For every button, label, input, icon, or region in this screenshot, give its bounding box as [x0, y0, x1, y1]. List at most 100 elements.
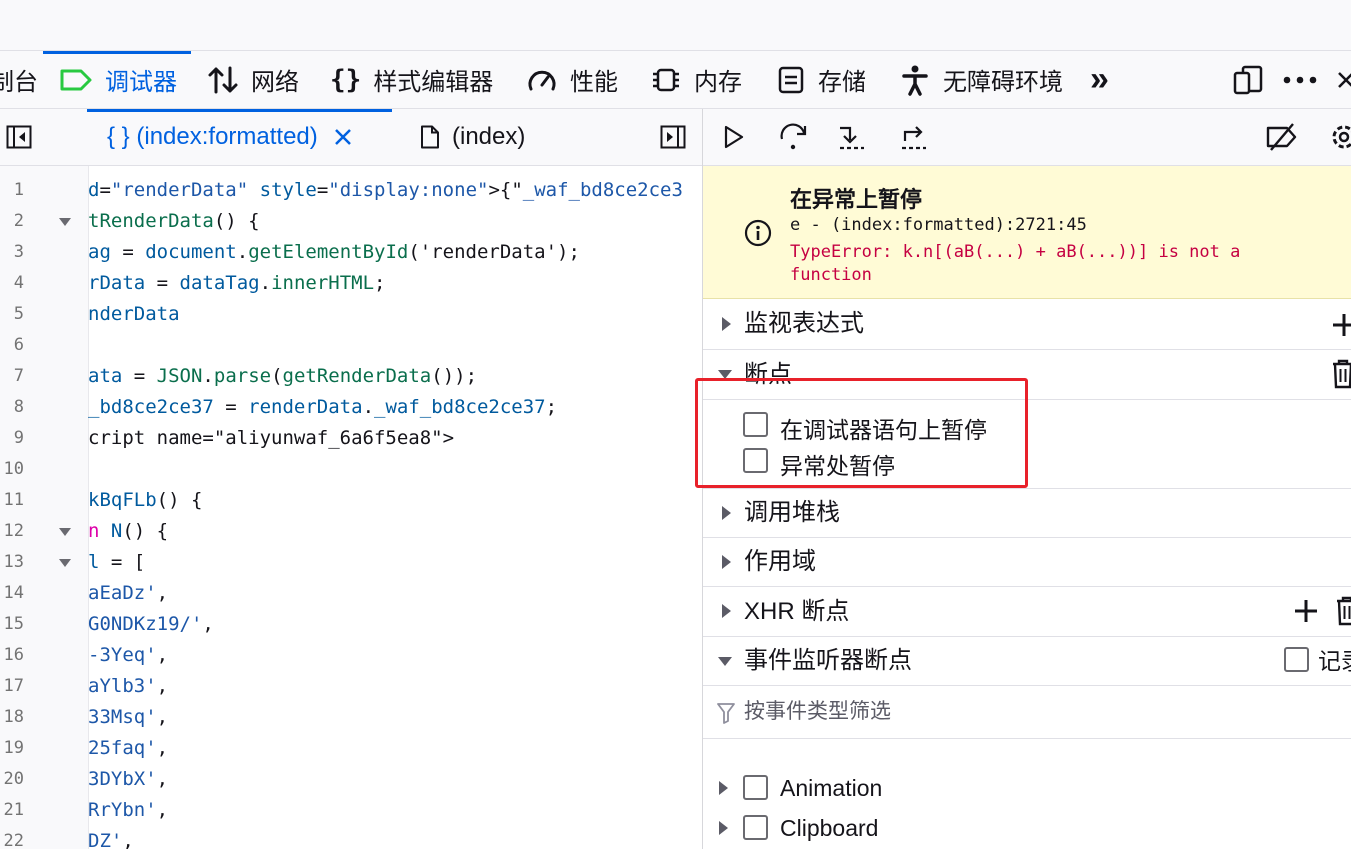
code-token: = [110, 241, 146, 263]
code-line[interactable]: l = [ [88, 547, 702, 578]
options-menu-button[interactable] [1283, 51, 1317, 108]
toggle-debugger-panel-button[interactable] [660, 125, 686, 149]
code-line[interactable]: cript name="aliyunwaf_6a6f5ea8"> [88, 423, 702, 454]
line-number[interactable]: 3 [0, 237, 24, 268]
tab-storage[interactable]: 存储 [776, 51, 866, 108]
code-token: d [88, 179, 100, 201]
line-number[interactable]: 22 [0, 826, 24, 849]
code-line[interactable]: rData = dataTag.innerHTML; [88, 268, 702, 299]
code-token: = [145, 272, 180, 294]
line-number[interactable]: 18 [0, 702, 24, 733]
event-listener-breakpoints-header[interactable]: 事件监听器断点 记录 [703, 637, 1351, 686]
line-number[interactable]: 4 [0, 268, 24, 299]
line-number[interactable]: 17 [0, 671, 24, 702]
step-out-button[interactable] [899, 123, 929, 151]
resume-button[interactable] [723, 125, 745, 149]
event-category-clipboard[interactable]: Clipboard [703, 808, 1351, 848]
toggle-sources-panel-button[interactable] [6, 125, 32, 149]
scopes-header[interactable]: 作用域 [703, 538, 1351, 587]
line-number[interactable]: 15 [0, 609, 24, 640]
tab-network[interactable]: 网络 [207, 51, 299, 108]
code-line[interactable]: ata = JSON.parse(getRenderData()); [88, 361, 702, 392]
more-tools-button[interactable]: » [1090, 51, 1109, 108]
code-token: , [202, 613, 214, 635]
xhr-breakpoints-header[interactable]: XHR 断点 [703, 587, 1351, 637]
fold-arrow-icon[interactable] [59, 559, 71, 567]
line-number[interactable]: 20 [0, 764, 24, 795]
event-category-animation-checkbox[interactable] [743, 775, 768, 800]
tab-performance[interactable]: 性能 [526, 51, 618, 108]
code-line[interactable] [88, 330, 702, 361]
line-number[interactable]: 11 [0, 485, 24, 516]
code-line[interactable]: -3Yeq', [88, 640, 702, 671]
tab-index-formatted[interactable]: { } (index:formatted) [107, 109, 352, 165]
tab-debugger[interactable]: 调试器 [59, 51, 177, 108]
step-over-button[interactable] [779, 123, 809, 151]
code-line[interactable]: kBqFLb() { [88, 485, 702, 516]
code-line[interactable]: DZ', [88, 826, 702, 849]
close-tab-icon[interactable] [334, 128, 352, 146]
line-number[interactable]: 7 [0, 361, 24, 392]
log-events-checkbox[interactable] [1284, 647, 1309, 672]
line-number[interactable]: 16 [0, 640, 24, 671]
line-number[interactable]: 8 [0, 392, 24, 423]
add-xhr-breakpoint-button[interactable] [1293, 598, 1319, 624]
source-editor[interactable]: 1 2 3 4 5 6 7 8 9 10 11 12 13 14 15 16 17 18 19 20 21 22 d="r… [0, 166, 702, 849]
event-filter-input[interactable]: 按事件类型筛选 [744, 686, 891, 738]
code-token: () { [156, 489, 203, 511]
close-devtools-button[interactable] [1336, 51, 1351, 108]
code-line[interactable]: tRenderData() { [88, 206, 702, 237]
tab-memory[interactable]: 内存 [650, 51, 742, 108]
line-number[interactable]: 6 [0, 330, 24, 361]
code-token: aYlb3' [88, 675, 157, 697]
code-line[interactable]: _bd8ce2ce37 = renderData._waf_bd8ce2ce37… [88, 392, 702, 423]
line-number[interactable]: 9 [0, 423, 24, 454]
line-number[interactable]: 19 [0, 733, 24, 764]
line-number[interactable]: 1 [0, 175, 24, 206]
code-line[interactable]: G0NDKz19/', [88, 609, 702, 640]
step-in-button[interactable] [837, 123, 867, 151]
tab-accessibility[interactable]: 无障碍环境 [899, 51, 1063, 108]
code-line[interactable]: 3DYbX', [88, 764, 702, 795]
code-line[interactable]: aYlb3', [88, 671, 702, 702]
exception-location[interactable]: e - (index:formatted):2721:45 [790, 215, 1087, 235]
line-number[interactable]: 13 [0, 547, 24, 578]
watch-expressions-header[interactable]: 监视表达式 [703, 299, 1351, 350]
tab-style-editor[interactable]: {} 样式编辑器 [330, 51, 493, 108]
code-line[interactable] [88, 454, 702, 485]
event-category-animation[interactable]: Animation [703, 768, 1351, 808]
line-number[interactable]: 21 [0, 795, 24, 826]
remove-all-xhr-breakpoints-button[interactable] [1335, 595, 1351, 627]
fold-arrow-icon[interactable] [59, 528, 71, 536]
line-number[interactable]: 12 [0, 516, 24, 547]
line-number[interactable]: 14 [0, 578, 24, 609]
tab-index[interactable]: (index) [420, 109, 525, 165]
fold-arrow-icon[interactable] [59, 218, 71, 226]
responsive-design-button[interactable] [1232, 51, 1264, 108]
line-number[interactable]: 5 [0, 299, 24, 330]
code-line[interactable]: 25faq', [88, 733, 702, 764]
event-category-clipboard-checkbox[interactable] [743, 815, 768, 840]
code-line[interactable]: d="renderData" style="display:none">{"_w… [88, 175, 702, 206]
code-line[interactable]: nderData [88, 299, 702, 330]
code-line[interactable]: ag = document.getElementById('renderData… [88, 237, 702, 268]
event-filter-row[interactable]: 按事件类型筛选 [703, 686, 1351, 739]
code-token: n [88, 520, 100, 542]
code-line[interactable]: RrYbn', [88, 795, 702, 826]
line-number[interactable]: 2 [0, 206, 24, 237]
remove-all-breakpoints-button[interactable] [1331, 358, 1351, 390]
add-watch-expression-button[interactable] [1331, 312, 1351, 338]
deactivate-breakpoints-button[interactable] [1265, 122, 1299, 152]
code-line[interactable]: n N() { [88, 516, 702, 547]
debugger-settings-button[interactable] [1329, 121, 1351, 153]
sidebar-expand-icon [660, 125, 686, 149]
plus-icon [1295, 600, 1317, 622]
code-token: = [ [99, 551, 146, 573]
line-number[interactable]: 10 [0, 454, 24, 485]
code-line[interactable]: aEaDz', [88, 578, 702, 609]
call-stack-header[interactable]: 调用堆栈 [703, 489, 1351, 538]
code-token: JSON [156, 365, 203, 387]
tab-console[interactable]: 制台 [0, 51, 38, 108]
code-token: . [362, 396, 375, 418]
code-line[interactable]: 33Msq', [88, 702, 702, 733]
